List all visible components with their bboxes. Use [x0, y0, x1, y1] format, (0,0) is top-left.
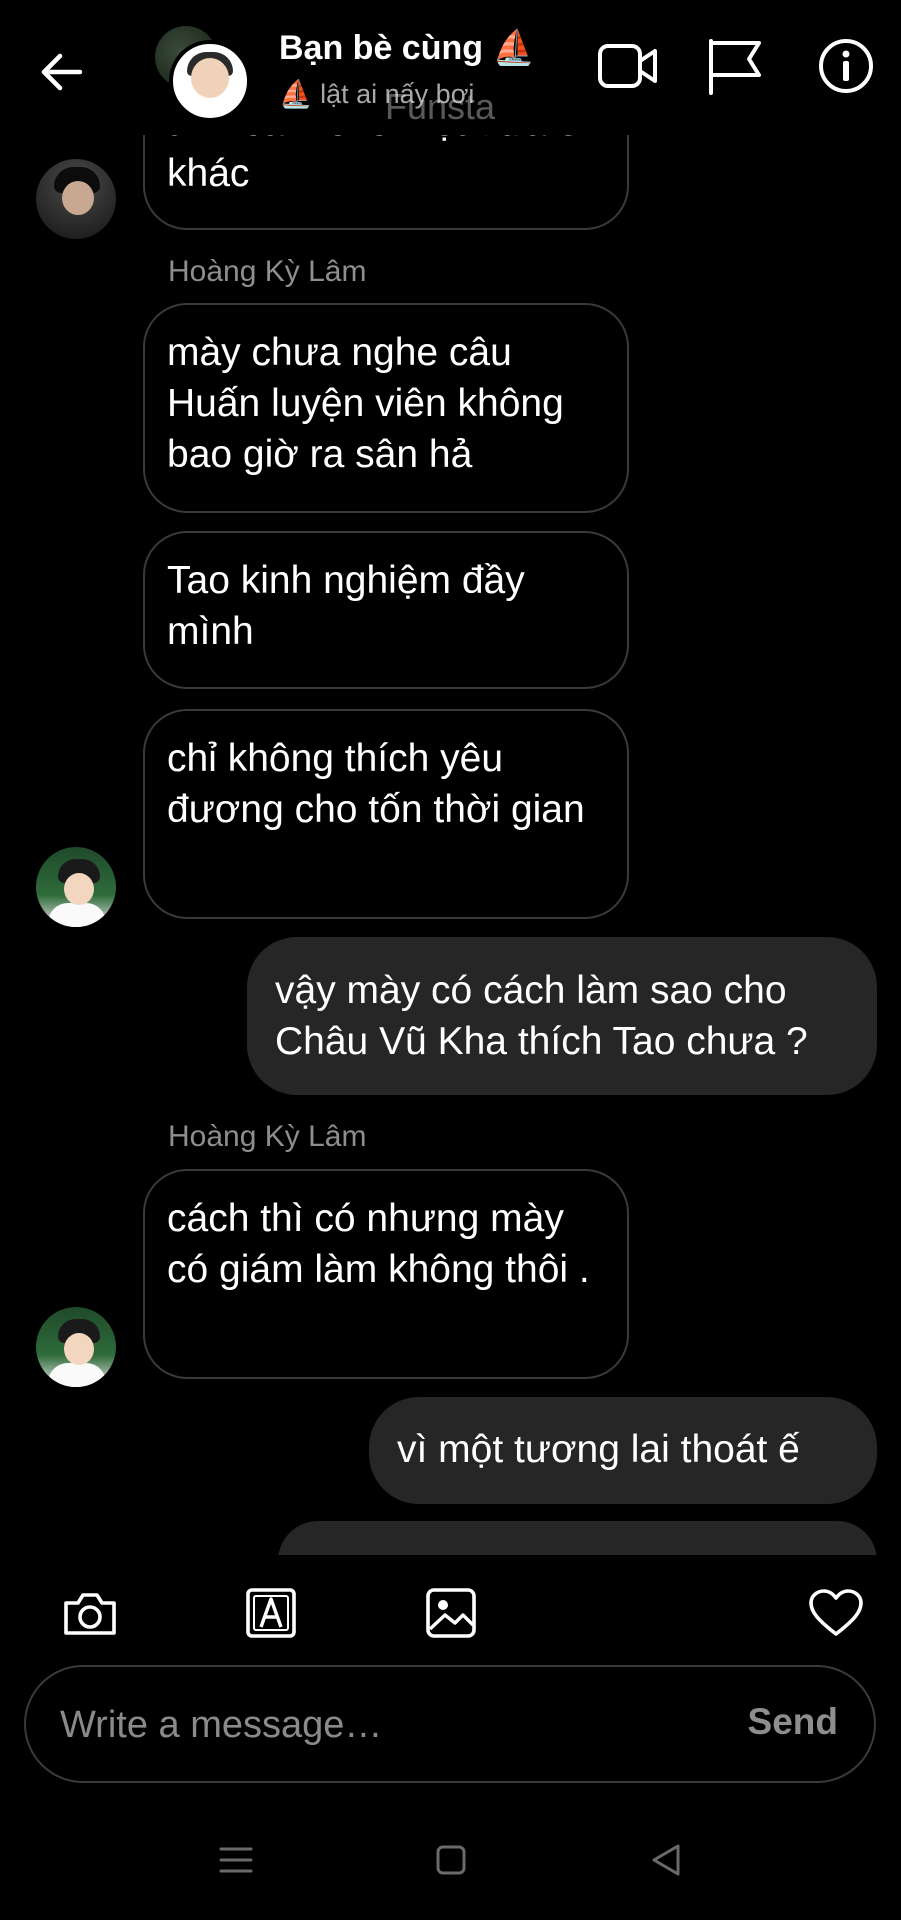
menu-icon[interactable] [208, 1832, 264, 1888]
heart-icon[interactable] [806, 1583, 866, 1643]
back-nav-icon[interactable] [638, 1832, 694, 1888]
sender-avatar[interactable] [36, 1307, 116, 1387]
system-nav-bar [0, 1800, 901, 1920]
home-icon[interactable] [423, 1832, 479, 1888]
sender-avatar[interactable] [36, 847, 116, 927]
composer-toolbar [0, 1555, 901, 1665]
message-input[interactable] [58, 1693, 722, 1757]
outgoing-message[interactable] [278, 1521, 877, 1555]
group-avatar[interactable] [155, 26, 255, 126]
incoming-message[interactable]: chỉ không thích yêu đương cho tốn thời g… [143, 709, 629, 919]
sticker-icon[interactable] [241, 1583, 301, 1643]
outgoing-message[interactable]: vì một tương lai thoát ế [369, 1397, 877, 1504]
watermark: Funsta [385, 86, 496, 127]
info-icon[interactable] [812, 32, 880, 100]
sender-name: Hoàng Kỳ Lâm [168, 255, 367, 288]
incoming-message[interactable]: Tao kinh nghiệm đầy mình [143, 531, 629, 689]
message-composer: Send [24, 1665, 876, 1783]
member-avatar [169, 40, 251, 122]
incoming-message[interactable]: cách thì có nhưng mày có giám làm không … [143, 1169, 629, 1379]
chat-title[interactable]: Bạn bè cùng ⛵ [279, 28, 535, 68]
back-arrow-icon[interactable] [30, 40, 94, 104]
sender-avatar[interactable] [36, 159, 116, 239]
camera-icon[interactable] [60, 1583, 120, 1643]
gallery-icon[interactable] [421, 1583, 481, 1643]
send-button[interactable]: Send [748, 1701, 838, 1743]
video-call-icon[interactable] [593, 36, 663, 96]
sender-name: Hoàng Kỳ Lâm [168, 1120, 367, 1153]
flag-icon[interactable] [700, 34, 770, 98]
message-thread[interactable]: tình cảm cho một đứa ế khác Hoàng Kỳ Lâm… [0, 135, 901, 1555]
chat-header: Bạn bè cùng ⛵ ⛵ lật ai nấy bơi Funsta [0, 0, 901, 135]
outgoing-message[interactable]: vậy mày có cách làm sao cho Châu Vũ Kha … [247, 937, 877, 1095]
incoming-message[interactable]: mày chưa nghe câu Huấn luyện viên không … [143, 303, 629, 513]
incoming-message[interactable]: tình cảm cho một đứa ế khác [143, 135, 629, 230]
